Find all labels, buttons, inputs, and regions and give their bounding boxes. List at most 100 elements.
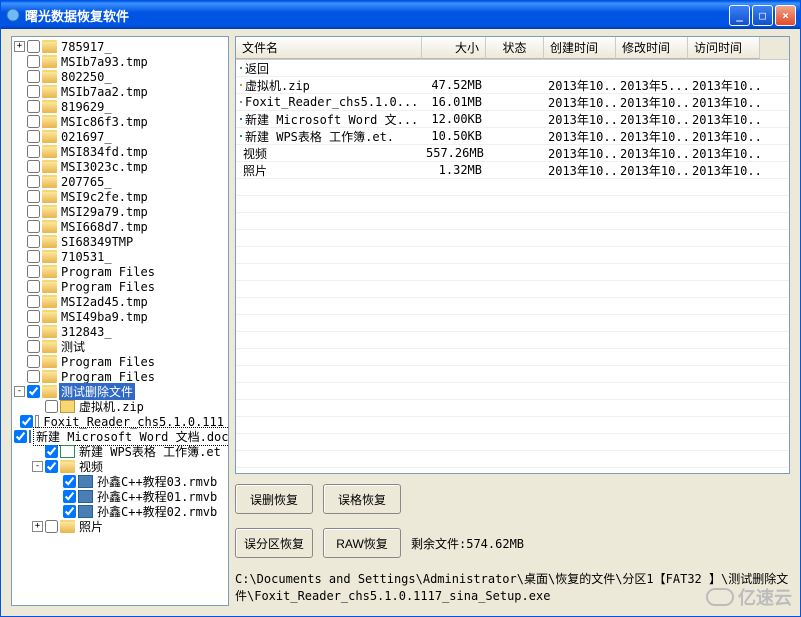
col-size[interactable]: 大小 (422, 37, 486, 59)
expand-toggle[interactable]: - (14, 386, 25, 397)
tree-checkbox[interactable] (27, 280, 40, 293)
tree-checkbox[interactable] (45, 445, 58, 458)
tree-item[interactable]: Program Files (14, 279, 226, 294)
tree-item[interactable]: MSIb7a93.tmp (14, 54, 226, 69)
tree-item[interactable]: 802250_ (14, 69, 226, 84)
tree-checkbox[interactable] (63, 475, 76, 488)
tree-checkbox[interactable] (27, 340, 40, 353)
tree-checkbox[interactable] (27, 295, 40, 308)
tree-label[interactable]: Program Files (59, 355, 157, 369)
tree-checkbox[interactable] (27, 145, 40, 158)
tree-label[interactable]: 819629_ (59, 100, 114, 114)
tree-item[interactable]: MSI49ba9.tmp (14, 309, 226, 324)
tree-checkbox[interactable] (27, 325, 40, 338)
tree-label[interactable]: MSI834fd.tmp (59, 145, 150, 159)
tree-item[interactable]: -视频 (14, 459, 226, 474)
tree-checkbox[interactable] (63, 505, 76, 518)
expand-toggle[interactable]: - (32, 461, 43, 472)
list-body[interactable]: 返回虚拟机.zip47.52MB2013年10...2013年5...2013年… (236, 60, 789, 473)
tree-label[interactable]: MSI668d7.tmp (59, 220, 150, 234)
tree-item[interactable]: MSI3023c.tmp (14, 159, 226, 174)
tree-item[interactable]: 测试 (14, 339, 226, 354)
col-atime[interactable]: 访问时间 (688, 37, 760, 59)
tree-checkbox[interactable] (27, 205, 40, 218)
tree-label[interactable]: 孙鑫C++教程02.rmvb (95, 503, 219, 520)
tree-item[interactable]: MSI9c2fe.tmp (14, 189, 226, 204)
tree-checkbox[interactable] (27, 370, 40, 383)
tree-checkbox[interactable] (27, 235, 40, 248)
close-button[interactable]: × (775, 5, 796, 26)
tree-checkbox[interactable] (20, 415, 33, 428)
tree-checkbox[interactable] (27, 100, 40, 113)
col-filename[interactable]: 文件名 (236, 37, 422, 59)
tree-checkbox[interactable] (63, 490, 76, 503)
list-row[interactable]: 虚拟机.zip47.52MB2013年10...2013年5...2013年10… (236, 77, 789, 94)
tree-item[interactable]: 021697_ (14, 129, 226, 144)
tree-item[interactable]: MSIc86f3.tmp (14, 114, 226, 129)
tree-checkbox[interactable] (27, 310, 40, 323)
tree-label[interactable]: 710531_ (59, 250, 114, 264)
tree-item[interactable]: 819629_ (14, 99, 226, 114)
tree-item[interactable]: 孙鑫C++教程02.rmvb (14, 504, 226, 519)
tree-checkbox[interactable] (14, 430, 27, 443)
tree-checkbox[interactable] (27, 265, 40, 278)
tree-item[interactable]: SI68349TMP (14, 234, 226, 249)
raw-recover-button[interactable]: RAW恢复 (323, 528, 401, 558)
tree-item[interactable]: 孙鑫C++教程01.rmvb (14, 489, 226, 504)
tree-item[interactable]: +照片 (14, 519, 226, 534)
tree-item[interactable]: 312843_ (14, 324, 226, 339)
tree-item[interactable]: +785917_ (14, 39, 226, 54)
tree-item[interactable]: 710531_ (14, 249, 226, 264)
minimize-button[interactable]: _ (729, 5, 750, 26)
tree-item[interactable]: 虚拟机.zip (14, 399, 226, 414)
tree-label[interactable]: MSIc86f3.tmp (59, 115, 150, 129)
tree-checkbox[interactable] (27, 355, 40, 368)
list-header[interactable]: 文件名 大小 状态 创建时间 修改时间 访问时间 (236, 37, 789, 60)
tree-checkbox[interactable] (27, 115, 40, 128)
format-recover-button[interactable]: 误格恢复 (323, 484, 401, 514)
tree-label[interactable]: 照片 (77, 518, 105, 535)
tree-label[interactable]: 785917_ (59, 40, 114, 54)
tree-item[interactable]: Program Files (14, 264, 226, 279)
tree-label[interactable]: MSIb7aa2.tmp (59, 85, 150, 99)
tree-checkbox[interactable] (27, 220, 40, 233)
tree-checkbox[interactable] (27, 250, 40, 263)
tree-checkbox[interactable] (27, 130, 40, 143)
tree-label[interactable]: Program Files (59, 265, 157, 279)
partition-recover-button[interactable]: 误分区恢复 (235, 528, 313, 558)
list-row[interactable]: Foxit_Reader_chs5.1.0...16.01MB2013年10..… (236, 94, 789, 111)
tree-checkbox[interactable] (27, 70, 40, 83)
list-row[interactable]: 返回 (236, 60, 789, 77)
tree-checkbox[interactable] (27, 175, 40, 188)
tree-label[interactable]: 测试 (59, 338, 87, 355)
tree-item[interactable]: MSIb7aa2.tmp (14, 84, 226, 99)
folder-tree[interactable]: +785917_MSIb7a93.tmp802250_MSIb7aa2.tmp8… (11, 36, 229, 606)
tree-label[interactable]: MSIb7a93.tmp (59, 55, 150, 69)
tree-item[interactable]: MSI29a79.tmp (14, 204, 226, 219)
tree-label[interactable]: SI68349TMP (59, 235, 135, 249)
list-row[interactable]: 照片1.32MB2013年10...2013年10...2013年10... (236, 162, 789, 179)
tree-checkbox[interactable] (45, 460, 58, 473)
tree-checkbox[interactable] (27, 55, 40, 68)
tree-label[interactable]: Program Files (59, 280, 157, 294)
tree-label[interactable]: MSI2ad45.tmp (59, 295, 150, 309)
tree-checkbox[interactable] (45, 520, 58, 533)
file-list[interactable]: 文件名 大小 状态 创建时间 修改时间 访问时间 返回虚拟机.zip47.52M… (235, 36, 790, 474)
col-mtime[interactable]: 修改时间 (616, 37, 688, 59)
expand-toggle[interactable]: + (14, 41, 25, 52)
tree-label[interactable]: MSI49ba9.tmp (59, 310, 150, 324)
tree-label[interactable]: 虚拟机.zip (77, 398, 146, 415)
tree-label[interactable]: MSI9c2fe.tmp (59, 190, 150, 204)
col-status[interactable]: 状态 (486, 37, 544, 59)
tree-checkbox[interactable] (27, 190, 40, 203)
tree-label[interactable]: 207765_ (59, 175, 114, 189)
tree-checkbox[interactable] (27, 85, 40, 98)
tree-item[interactable]: 新建 Microsoft Word 文档.doc (14, 429, 226, 444)
tree-label[interactable]: 021697_ (59, 130, 114, 144)
list-row[interactable]: 新建 WPS表格 工作簿.et.10.50KB2013年10...2013年10… (236, 128, 789, 145)
tree-label[interactable]: MSI3023c.tmp (59, 160, 150, 174)
col-ctime[interactable]: 创建时间 (544, 37, 616, 59)
tree-item[interactable]: 新建 WPS表格 工作簿.et (14, 444, 226, 459)
tree-label[interactable]: MSI29a79.tmp (59, 205, 150, 219)
delete-recover-button[interactable]: 误删恢复 (235, 484, 313, 514)
